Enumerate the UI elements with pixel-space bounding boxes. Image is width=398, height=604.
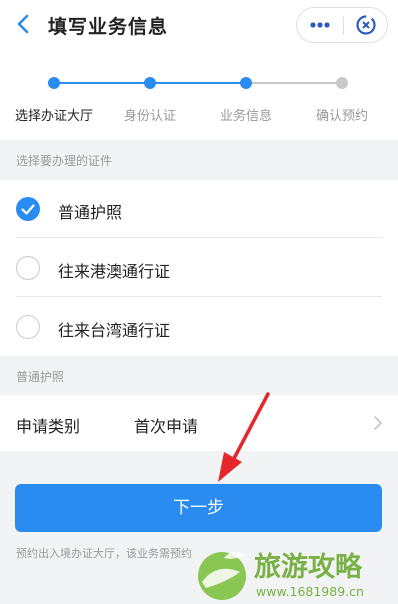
page-title: 填写业务信息 — [48, 16, 169, 38]
watermark-title: 旅游攻略 — [254, 551, 363, 583]
step-label-1: 选择办证大厅 — [14, 109, 93, 124]
step-dot-3 — [240, 77, 252, 89]
option-taiwan-permit[interactable]: 往来台湾通行证 — [0, 298, 398, 356]
step-label-2: 身份认证 — [123, 109, 176, 124]
more-icon[interactable] — [297, 8, 343, 42]
divider — [16, 237, 382, 238]
step-label-4: 确认预约 — [315, 109, 368, 124]
step-line-todo — [246, 82, 342, 84]
step-dot-4 — [336, 77, 348, 89]
back-arrow-icon[interactable] — [10, 10, 38, 38]
radio-unchecked-icon[interactable] — [16, 256, 40, 280]
close-mini-program-icon[interactable] — [344, 8, 388, 42]
radio-unchecked-icon[interactable] — [16, 315, 40, 339]
annotation-arrow-icon — [218, 392, 270, 482]
certificate-section-label: 选择要办理的证件 — [16, 154, 113, 168]
step-label-3: 业务信息 — [219, 109, 272, 124]
step-dot-2 — [144, 77, 156, 89]
watermark-url: www.1681989.cn — [256, 584, 364, 599]
option-label: 普通护照 — [58, 203, 123, 222]
radio-checked-icon[interactable] — [16, 197, 40, 221]
app-header: 填写业务信息 — [0, 0, 398, 52]
next-step-button[interactable]: 下一步 — [15, 484, 382, 532]
certificate-options: 普通护照 往来港澳通行证 往来台湾通行证 — [0, 180, 398, 356]
step-progress: 选择办证大厅 身份认证 业务信息 确认预约 — [0, 52, 398, 140]
apply-type-value: 首次申请 — [134, 417, 199, 436]
apply-type-row[interactable]: 申请类别 首次申请 — [0, 395, 398, 451]
step-dot-1 — [48, 77, 60, 89]
mini-program-capsule — [296, 7, 388, 43]
option-label: 往来港澳通行证 — [58, 262, 171, 281]
option-hk-macao-permit[interactable]: 往来港澳通行证 — [0, 239, 398, 297]
watermark-logo: 旅游攻略 www.1681989.cn — [198, 551, 364, 600]
option-label: 往来台湾通行证 — [58, 321, 171, 340]
chevron-right-icon — [374, 416, 382, 430]
option-ordinary-passport[interactable]: 普通护照 — [0, 180, 398, 238]
divider — [16, 296, 382, 297]
passport-section-label: 普通护照 — [16, 370, 65, 384]
apply-type-key: 申请类别 — [16, 417, 81, 436]
